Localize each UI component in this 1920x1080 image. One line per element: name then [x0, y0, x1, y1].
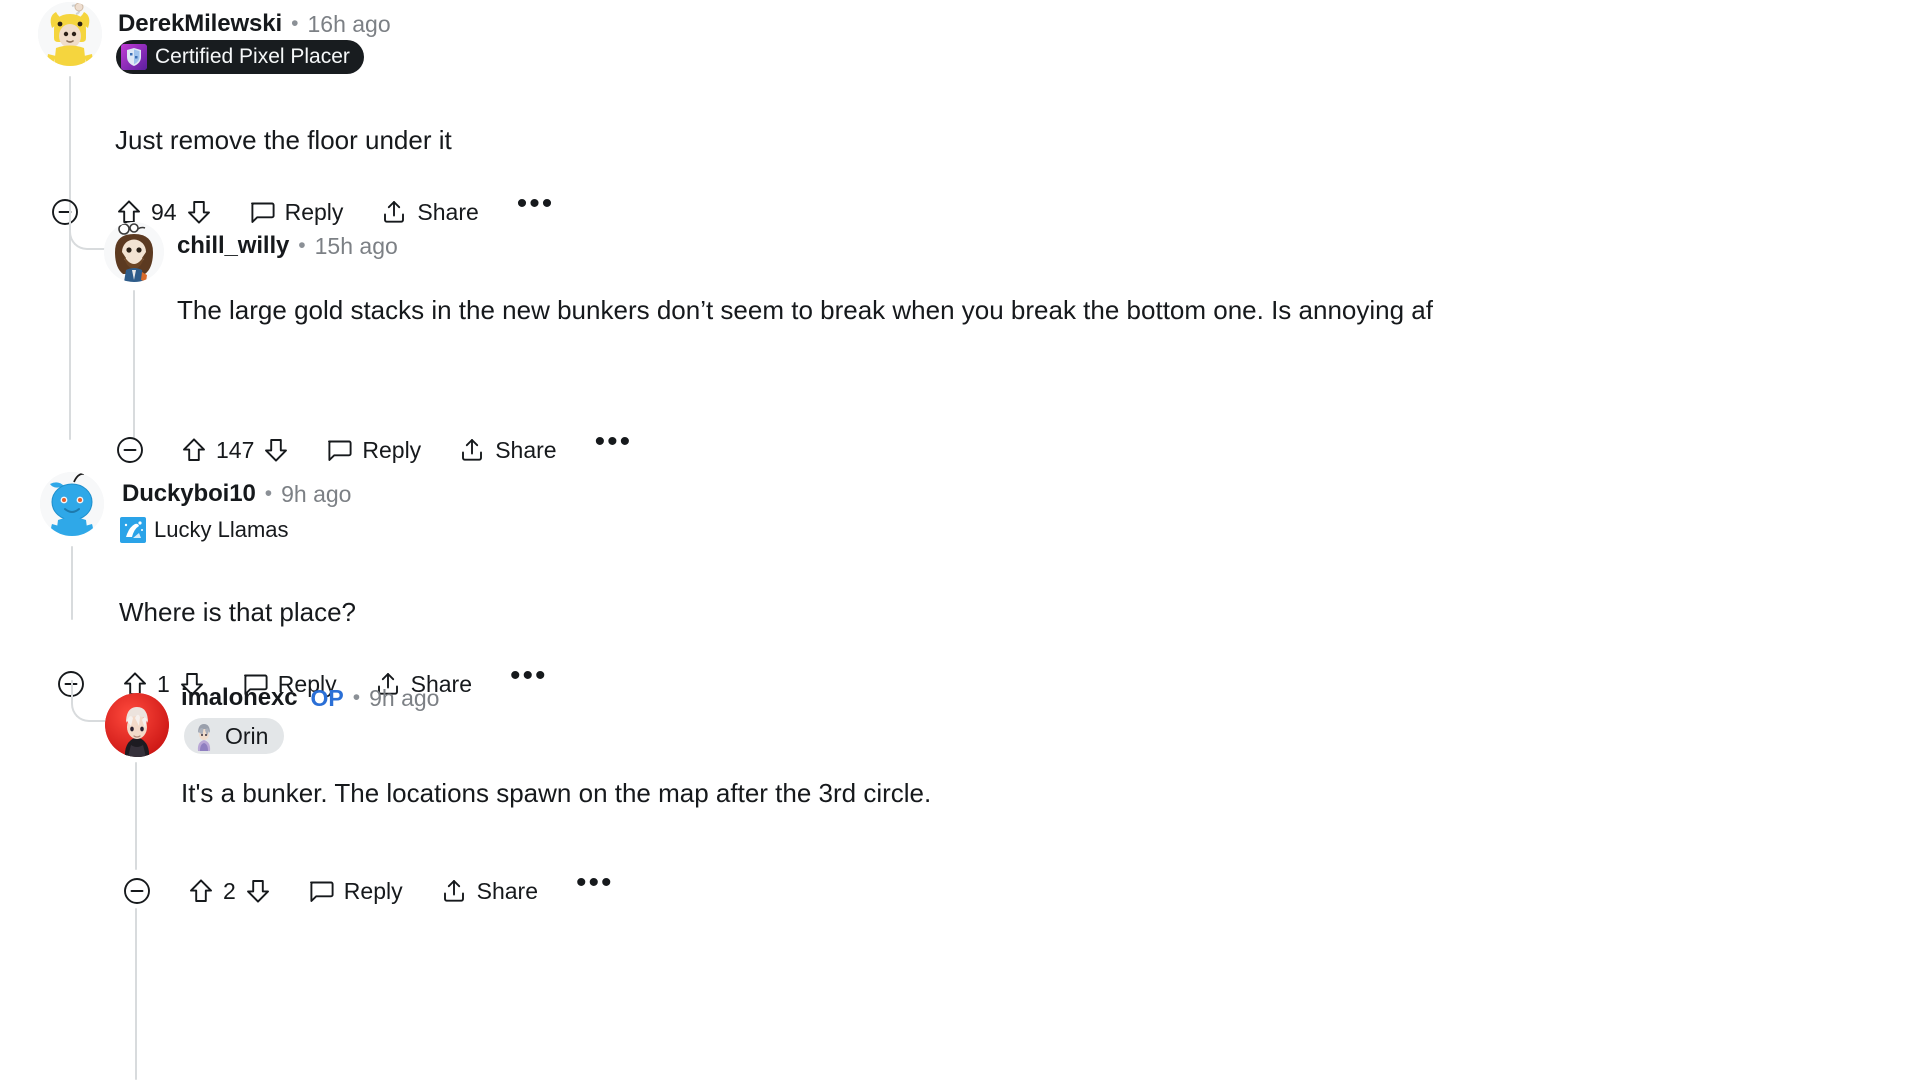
share-label: Share: [417, 198, 479, 225]
user-flair[interactable]: Certified Pixel Placer: [116, 40, 364, 74]
collapse-comment-button[interactable]: [123, 871, 151, 911]
timestamp: 15h ago: [314, 232, 398, 259]
snoo-blue-avatar: [40, 472, 104, 536]
snoo-yellow-hood-avatar: [38, 2, 102, 66]
avatar[interactable]: [105, 693, 169, 757]
more-options-ellipsis-icon: •••: [594, 425, 633, 458]
avatar[interactable]: [104, 222, 164, 282]
share-button[interactable]: Share: [459, 430, 557, 470]
lucky-llamas-blue-square-icon: [120, 517, 146, 543]
thread-curve-connector: [69, 208, 105, 250]
downvote-button[interactable]: [187, 192, 211, 232]
avatar[interactable]: [38, 2, 102, 66]
comment-body: Just remove the floor under it: [115, 125, 452, 155]
meta-separator: •: [352, 685, 361, 709]
more-options-ellipsis-icon: •••: [509, 659, 548, 692]
timestamp: 16h ago: [307, 10, 391, 37]
share-label: Share: [476, 877, 538, 904]
reply-button[interactable]: Reply: [326, 430, 421, 470]
username[interactable]: DerekMilewski: [118, 12, 282, 36]
reply-label: Reply: [343, 877, 403, 904]
snoo-bearded-brown-hair-avatar: [104, 222, 164, 282]
flair-label: Lucky Llamas: [154, 517, 289, 542]
meta-separator: •: [264, 481, 273, 505]
reddit-comment-thread: DerekMilewski • 16h ago Certified Pixel …: [0, 0, 1920, 1080]
thread-line[interactable]: [135, 762, 137, 870]
thread-line[interactable]: [133, 290, 135, 440]
flair-label: Certified Pixel Placer: [155, 45, 350, 68]
timestamp: 9h ago: [369, 684, 440, 711]
more-options-button[interactable]: •••: [516, 187, 555, 232]
more-options-ellipsis-icon: •••: [575, 866, 614, 899]
username[interactable]: Duckyboi10: [122, 482, 256, 506]
thread-line[interactable]: [71, 546, 73, 620]
vote-count: 1: [157, 670, 170, 697]
op-badge: OP: [310, 684, 344, 711]
more-options-ellipsis-icon: •••: [516, 187, 555, 220]
comment-header: imalonexc OP • 9h ago: [181, 686, 439, 710]
share-label: Share: [495, 436, 557, 463]
share-button[interactable]: Share: [381, 192, 479, 232]
downvote-button[interactable]: [246, 871, 270, 911]
username[interactable]: chill_willy: [177, 234, 289, 258]
anime-white-hair-red-circle-avatar: [105, 693, 169, 757]
flair-label: Orin: [225, 722, 269, 749]
vote-count: 94: [151, 198, 177, 225]
more-options-button[interactable]: •••: [575, 866, 614, 911]
share-button[interactable]: Share: [441, 871, 538, 911]
more-options-button[interactable]: •••: [594, 425, 633, 470]
meta-separator: •: [298, 233, 306, 257]
comment-header: DerekMilewski • 16h ago: [118, 12, 391, 36]
meta-separator: •: [291, 11, 299, 35]
vote-count: 2: [223, 877, 236, 904]
comment-body: The large gold stacks in the new bunkers…: [177, 295, 1433, 325]
comment-action-bar: 2 Reply Share •••: [123, 866, 614, 911]
username[interactable]: imalonexc: [181, 686, 298, 710]
user-flair[interactable]: Lucky Llamas: [120, 514, 289, 546]
downvote-button[interactable]: [264, 430, 288, 470]
timestamp: 9h ago: [281, 480, 352, 507]
upvote-button[interactable]: [182, 430, 206, 470]
comment-action-bar: 147 Reply Share •••: [116, 425, 633, 470]
reply-button[interactable]: Reply: [308, 871, 403, 911]
comment-body: It's a bunker. The locations spawn on th…: [181, 778, 932, 808]
reply-button[interactable]: Reply: [249, 192, 344, 232]
more-options-button[interactable]: •••: [509, 659, 548, 704]
thread-line[interactable]: [69, 76, 71, 440]
reply-label: Reply: [362, 436, 422, 463]
pixel-trophy-badge-icon: [121, 44, 147, 70]
thread-curve-connector: [71, 680, 107, 722]
thread-line-continued[interactable]: [135, 908, 137, 1080]
vote-count: 147: [216, 436, 255, 463]
comment-header: chill_willy • 15h ago: [177, 234, 398, 258]
upvote-button[interactable]: [189, 871, 213, 911]
orin-character-icon: [189, 721, 219, 751]
user-flair[interactable]: Orin: [184, 718, 285, 754]
comment-body: Where is that place?: [119, 597, 357, 627]
collapse-comment-button[interactable]: [116, 430, 144, 470]
avatar[interactable]: [40, 472, 104, 536]
comment-header: Duckyboi10 • 9h ago: [122, 482, 351, 506]
reply-label: Reply: [284, 198, 344, 225]
